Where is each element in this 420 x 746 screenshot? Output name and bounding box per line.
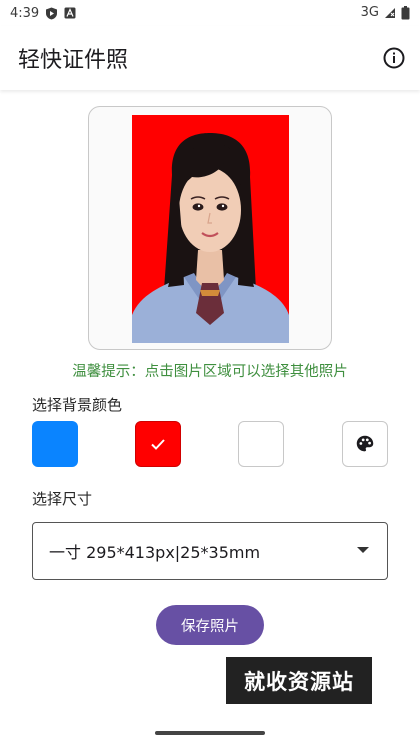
status-left: 4:39: [10, 6, 76, 21]
status-right: 3G: [361, 5, 410, 20]
bg-color-custom[interactable]: [342, 421, 388, 467]
size-label: 选择尺寸: [32, 490, 93, 508]
bg-color-blue[interactable]: [32, 421, 78, 467]
id-photo-preview[interactable]: [132, 115, 289, 343]
battery-icon: [401, 5, 410, 19]
bg-color-red[interactable]: [135, 421, 181, 467]
status-time: 4:39: [10, 5, 40, 21]
info-icon[interactable]: [382, 46, 406, 70]
app-title: 轻快证件照: [18, 48, 129, 73]
a-badge-icon: [64, 7, 76, 19]
background-color-label: 选择背景颜色: [32, 396, 123, 414]
hint-text: 温馨提示：点击图片区域可以选择其他照片: [72, 364, 348, 380]
network-type: 3G: [360, 5, 379, 20]
portrait-image: [132, 115, 289, 343]
home-indicator[interactable]: [155, 731, 265, 735]
photo-picker[interactable]: [88, 106, 332, 350]
size-selected-value: 一寸 295*413px|25*35mm: [49, 543, 261, 562]
size-dropdown[interactable]: 一寸 295*413px|25*35mm: [32, 522, 388, 580]
dropdown-arrow-icon: [357, 547, 369, 553]
signal-icon: [385, 7, 395, 18]
shield-play-icon: [46, 7, 58, 19]
palette-icon: [356, 435, 374, 452]
status-bar: 4:39 3G: [0, 0, 420, 26]
app-bar: 轻快证件照: [0, 26, 420, 90]
bg-color-white[interactable]: [238, 421, 284, 467]
watermark: 就收资源站: [226, 657, 372, 704]
check-icon: [151, 439, 165, 450]
save-photo-button[interactable]: 保存照片: [156, 605, 264, 645]
